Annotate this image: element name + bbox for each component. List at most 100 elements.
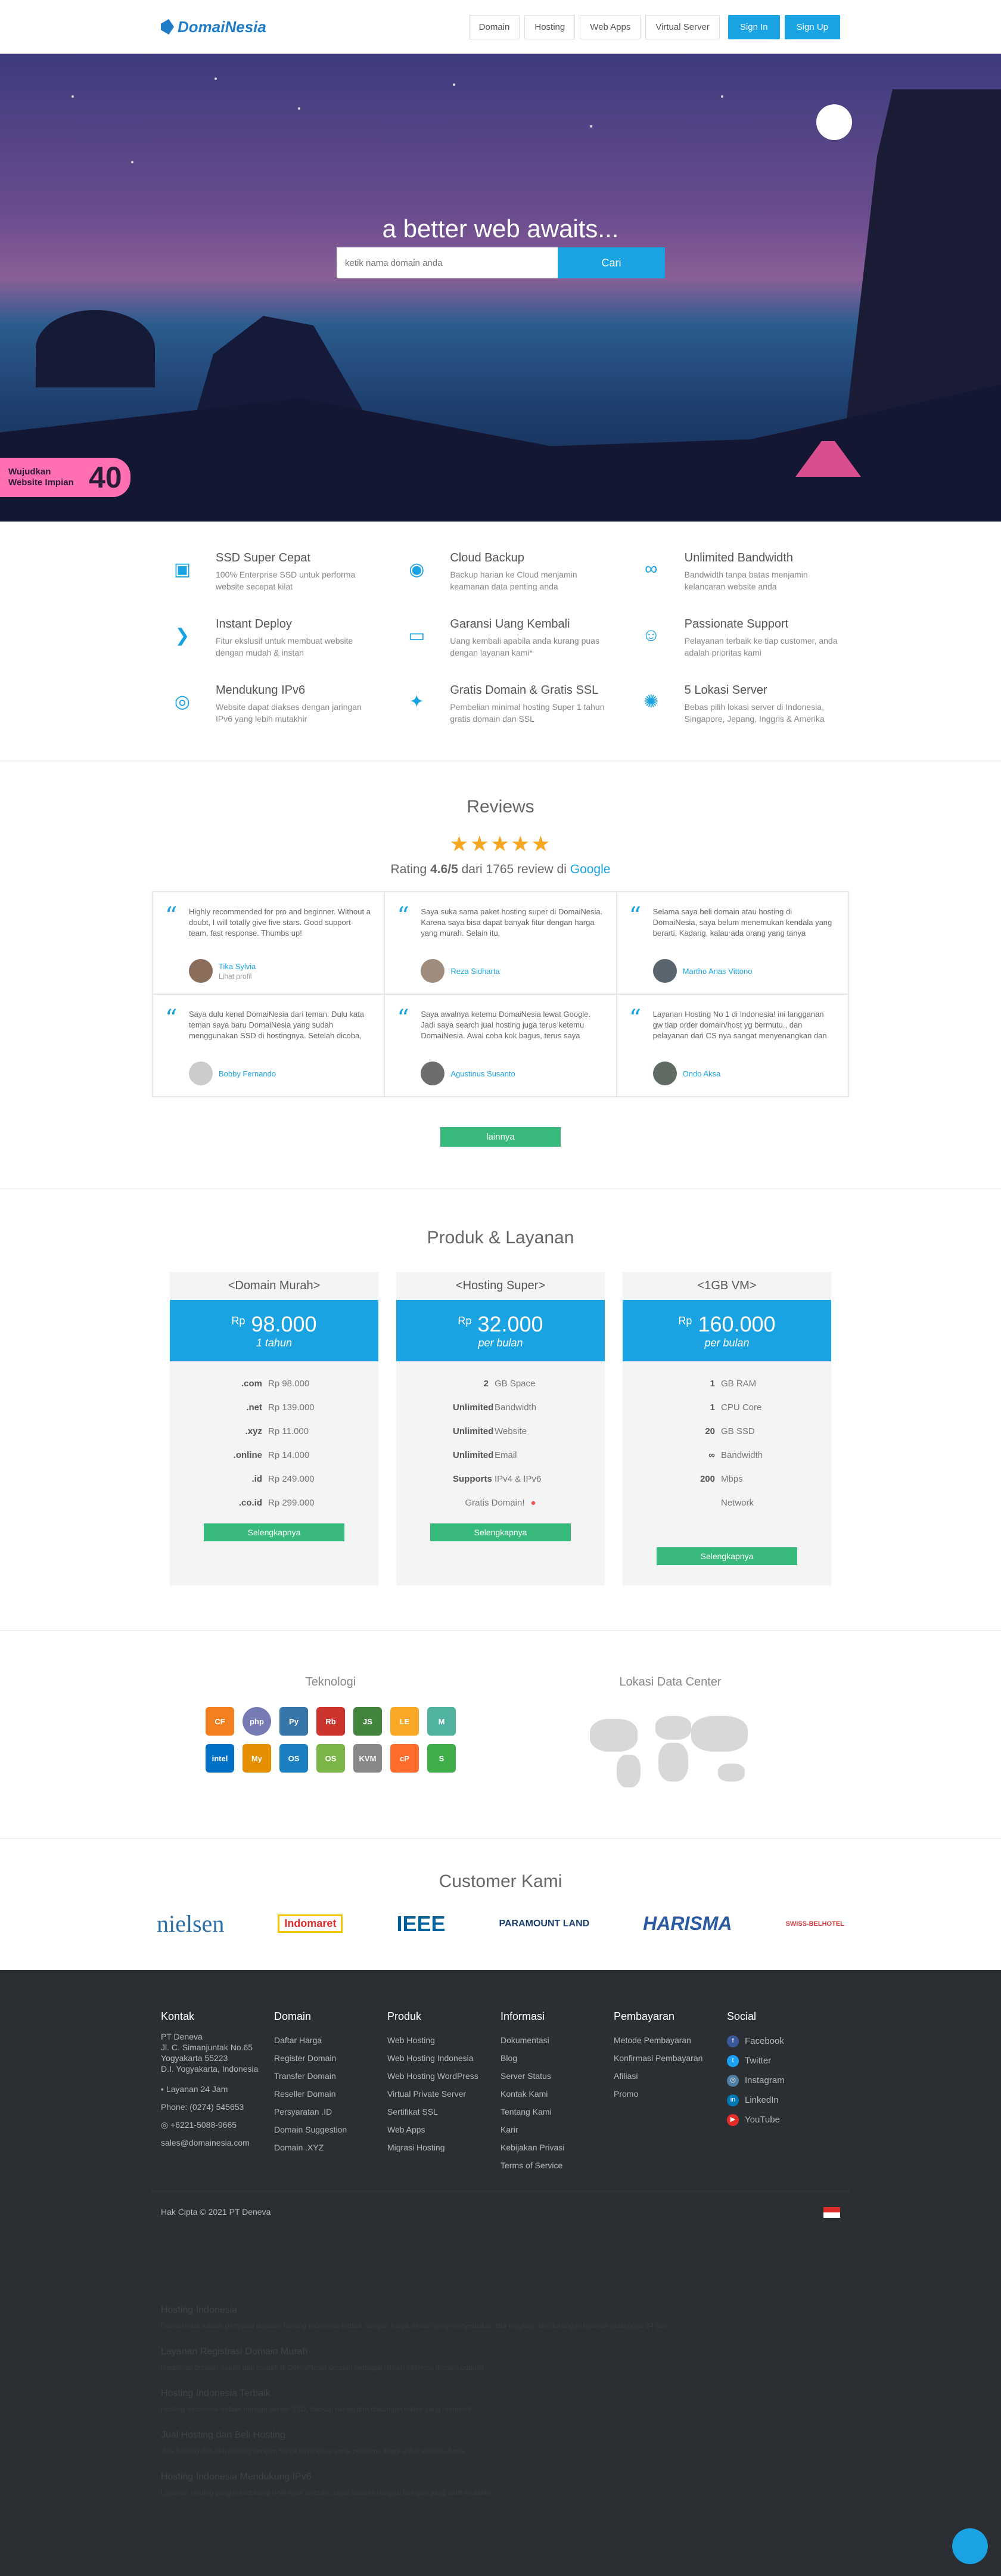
- footer-link[interactable]: Karir: [500, 2121, 614, 2139]
- social-twitter[interactable]: t Twitter: [727, 2051, 840, 2071]
- wallet-icon: ▭: [408, 625, 425, 645]
- footer-link[interactable]: Metode Pembayaran: [614, 2031, 727, 2049]
- social-youtube[interactable]: ▶ YouTube: [727, 2110, 840, 2130]
- review-text: Layanan Hosting No 1 di Indonesia! ini l…: [652, 1010, 827, 1040]
- more-reviews-button[interactable]: lainnya: [440, 1127, 561, 1147]
- social-linkedin[interactable]: in LinkedIn: [727, 2090, 840, 2110]
- promo-text: Wujudkan Website Impian: [8, 467, 74, 488]
- footer-link[interactable]: Sertifikat SSL: [387, 2103, 500, 2121]
- row-key: .co.id: [238, 1498, 262, 1508]
- footer-link[interactable]: Domain .XYZ: [274, 2139, 387, 2156]
- seo-title: Hosting Indonesia: [161, 2305, 238, 2315]
- footer-email[interactable]: sales@domainesia.com: [161, 2134, 274, 2152]
- technology-logos: CF php Py Rb JS LE M intel My OS OS KVM …: [194, 1707, 468, 1773]
- rating-stars-icon: ★★★★★: [449, 831, 552, 856]
- mysql-icon: My: [243, 1744, 271, 1773]
- site-header: DomaiNesia Domain Hosting Web Apps Virtu…: [0, 0, 1001, 54]
- plan-row: Unlimited Bandwidth: [396, 1396, 605, 1420]
- feature-title: Instant Deploy: [216, 617, 292, 631]
- footer-link[interactable]: Promo: [614, 2085, 727, 2103]
- footer-link[interactable]: Konfirmasi Pembayaran: [614, 2049, 727, 2067]
- row-key: 20: [705, 1426, 715, 1436]
- price-line: Rp 160.000: [623, 1312, 831, 1337]
- reviewer-name[interactable]: Reza Sidharta: [450, 967, 499, 976]
- plan-row: Unlimited Email: [396, 1444, 605, 1467]
- social-label: Facebook: [745, 2036, 784, 2046]
- plan-name: <1GB VM>: [697, 1279, 757, 1292]
- rating-middle: dari 1765 review di: [458, 862, 570, 876]
- reviewer-name[interactable]: Ondo Aksa: [683, 1069, 721, 1078]
- footer-link[interactable]: Domain Suggestion: [274, 2121, 387, 2139]
- nav-hosting[interactable]: Hosting: [524, 14, 576, 39]
- footer-link[interactable]: Terms of Service: [500, 2156, 614, 2174]
- footer-link[interactable]: Kebijakan Privasi: [500, 2139, 614, 2156]
- live-chat-button[interactable]: [952, 2528, 988, 2564]
- row-value: Rp 14.000: [268, 1450, 310, 1460]
- reviewer-profile-link[interactable]: Lihat profil: [219, 972, 256, 980]
- footer-whatsapp[interactable]: ◎ +6221-5088-9665: [161, 2116, 274, 2134]
- avatar: [652, 959, 677, 983]
- footer-link[interactable]: Tentang Kami: [500, 2103, 614, 2121]
- plan-row: 1 CPU Core: [623, 1396, 831, 1420]
- softaculous-icon: S: [427, 1744, 456, 1773]
- plan-details-button[interactable]: Selengkapnya: [430, 1523, 571, 1541]
- footer-link[interactable]: Server Status: [500, 2067, 614, 2085]
- nielsen-logo: nielsen: [157, 1910, 225, 1937]
- info-icon[interactable]: ●: [530, 1491, 536, 1515]
- footer-link[interactable]: Transfer Domain: [274, 2067, 387, 2085]
- footer-link[interactable]: Dokumentasi: [500, 2031, 614, 2049]
- rating-value: 4.6/5: [430, 862, 458, 876]
- footer-column-title: Produk: [387, 2010, 422, 2022]
- feature-title: Passionate Support: [684, 617, 789, 631]
- signup-button[interactable]: Sign Up: [784, 14, 840, 39]
- domain-search-button[interactable]: Cari: [558, 247, 665, 278]
- social-facebook[interactable]: f Facebook: [727, 2031, 840, 2051]
- site-logo[interactable]: DomaiNesia: [161, 18, 266, 36]
- footer-link[interactable]: Afiliasi: [614, 2067, 727, 2085]
- reviewer-name[interactable]: Tika Sylvia: [219, 962, 256, 971]
- seo-text: Layanan hosting yang mendukung IPv6 agar…: [161, 2488, 495, 2497]
- plan-row: .co.id Rp 299.000: [170, 1491, 378, 1515]
- footer-address-line: Jl. C. Simanjuntak No.65: [161, 2043, 253, 2052]
- signin-button[interactable]: Sign In: [728, 14, 780, 39]
- indonesia-flag-icon[interactable]: [823, 2207, 840, 2218]
- reviewer-name[interactable]: Agustinus Susanto: [450, 1069, 515, 1078]
- footer-link[interactable]: Web Hosting: [387, 2031, 500, 2049]
- promo-badge[interactable]: Wujudkan Website Impian 40: [0, 458, 130, 497]
- footer-link[interactable]: Kontak Kami: [500, 2085, 614, 2103]
- star: [721, 95, 723, 98]
- row-value: Rp 299.000: [268, 1498, 315, 1508]
- footer-link[interactable]: Persyaratan .ID: [274, 2103, 387, 2121]
- footer-link[interactable]: Virtual Private Server: [387, 2085, 500, 2103]
- features-section: ▣ SSD Super Cepat 100% Enterprise SSD untu…: [0, 522, 1001, 761]
- footer-link[interactable]: Web Apps: [387, 2121, 500, 2139]
- promo-number: 40: [89, 461, 122, 494]
- nav-domain[interactable]: Domain: [468, 14, 520, 39]
- site-footer: Kontak PT Deneva Jl. C. Simanjuntak No.6…: [0, 1970, 1001, 2576]
- nav-virtual-server[interactable]: Virtual Server: [645, 14, 720, 39]
- footer-link[interactable]: Reseller Domain: [274, 2085, 387, 2103]
- footer-link[interactable]: Register Domain: [274, 2049, 387, 2067]
- domain-search-input[interactable]: [337, 247, 558, 278]
- footer-address-line: PT Deneva: [161, 2032, 203, 2041]
- footer-link[interactable]: Web Hosting WordPress: [387, 2067, 500, 2085]
- footer-link[interactable]: Migrasi Hosting: [387, 2139, 500, 2156]
- reviewer-name[interactable]: Bobby Fernando: [219, 1069, 276, 1078]
- footer-link[interactable]: Web Hosting Indonesia: [387, 2049, 500, 2067]
- footer-link[interactable]: Blog: [500, 2049, 614, 2067]
- nav-web-apps[interactable]: Web Apps: [580, 14, 641, 39]
- star: [214, 77, 217, 80]
- plan-details-button[interactable]: Selengkapnya: [657, 1547, 797, 1565]
- reviewer: Tika Sylvia Lihat profil: [189, 959, 371, 983]
- footer-social: Social f Facebook t Twitter ◎ Instagram in L…: [727, 2010, 840, 2174]
- review-grid: “ Highly recommended for pro and beginner…: [152, 891, 849, 1097]
- footer-phone[interactable]: Phone: (0274) 545653: [161, 2098, 274, 2116]
- footer-link[interactable]: Daftar Harga: [274, 2031, 387, 2049]
- seo-title: Layanan Registrasi Domain Murah: [161, 2347, 308, 2357]
- rating-prefix: Rating: [390, 862, 431, 876]
- rating-source-link[interactable]: Google: [570, 862, 611, 876]
- social-instagram[interactable]: ◎ Instagram: [727, 2071, 840, 2090]
- social-label: Twitter: [745, 2056, 772, 2066]
- reviewer-name[interactable]: Martho Anas Vittono: [683, 967, 753, 976]
- plan-details-button[interactable]: Selengkapnya: [204, 1523, 344, 1541]
